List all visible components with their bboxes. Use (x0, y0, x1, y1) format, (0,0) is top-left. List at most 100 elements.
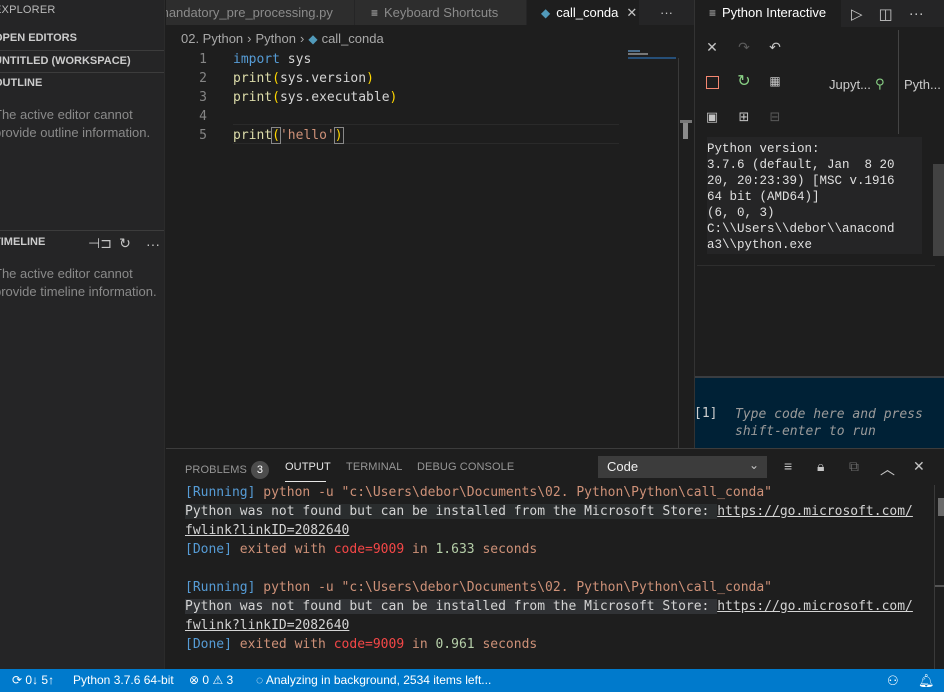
code-editor[interactable]: 1 import sys 2 print(sys.version) 3 prin… (166, 48, 694, 448)
save-icon[interactable]: ▣ (703, 108, 721, 126)
problems-count-badge: 3 (250, 461, 269, 479)
command-text: python -u "c:\Users\debor\Documents\02. … (255, 485, 773, 500)
clear-all-icon[interactable]: ✕ (703, 38, 721, 56)
loading-icon: ◌ (256, 673, 264, 687)
python-interactive-panel: ≡ Python Interactive ▷ ◫ ··· ✕ ↷ ↶ ↻ ▦ J… (694, 0, 944, 448)
status-bar: ⟳ 0↓ 5↑ Python 3.7.6 64-bit ⊗ 0 ⚠ 3 ◌ An… (0, 669, 944, 692)
restart-kernel-icon[interactable]: ↻ (735, 72, 753, 90)
tab-debug-console[interactable]: DEBUG CONSOLE (417, 461, 514, 473)
pin-icon[interactable]: ⊣⊐ (88, 235, 112, 252)
jupyter-server-label[interactable]: Jupyt... (829, 77, 871, 92)
divider (0, 50, 164, 51)
tab-label: mandatory_pre_processing.py (166, 5, 333, 20)
python-interpreter-status[interactable]: Python 3.7.6 64-bit (73, 673, 174, 687)
sync-counts: 0↓ 5↑ (25, 673, 55, 687)
breadcrumb-item[interactable]: Python (256, 31, 296, 46)
tab-problems[interactable]: PROBLEMS 3 (185, 461, 269, 479)
code-line[interactable]: 4 (166, 107, 207, 126)
tab-label: Keyboard Shortcuts (384, 5, 499, 20)
cell-output: Python version: 3.7.6 (default, Jan 8 20… (707, 137, 922, 254)
scrollbar-thumb[interactable] (938, 498, 944, 516)
function-name: print (233, 90, 273, 105)
paren: ( (271, 127, 281, 144)
minimap[interactable] (628, 48, 676, 60)
redo-icon[interactable]: ↷ (735, 38, 753, 56)
breadcrumb-item[interactable]: 02. Python (181, 31, 243, 46)
analysis-status[interactable]: ◌ Analyzing in background, 2534 items le… (256, 673, 491, 687)
store-link[interactable]: fwlink?linkID=2082640 (185, 523, 349, 538)
outline-section[interactable]: OUTLINE (0, 77, 42, 89)
clear-output-icon[interactable]: ≡ (784, 458, 792, 474)
output-line: Python was not found but can be installe… (185, 502, 913, 521)
python-file-icon: ◆ (541, 5, 551, 20)
select-value: Code (607, 459, 639, 474)
variables-icon[interactable]: ▦ (766, 72, 784, 90)
active-tab-indicator (285, 481, 326, 482)
tab-terminal[interactable]: TERMINAL (346, 461, 402, 473)
tab-keyboard-shortcuts[interactable]: ≡ Keyboard Shortcuts (355, 0, 526, 25)
explorer-title: EXPLORER (0, 4, 56, 16)
output-channel-select[interactable]: Code ⌄ (598, 456, 767, 478)
exit-text: in (404, 637, 436, 652)
close-panel-icon[interactable]: ✕ (913, 458, 925, 475)
analysis-text: Analyzing in background, 2534 items left… (265, 673, 492, 687)
notifications-bell-icon[interactable]: 🔔︎ (918, 673, 935, 689)
exit-code: code=9009 (333, 542, 405, 557)
more-actions-icon[interactable]: ··· (144, 236, 162, 252)
code-line[interactable]: 1 import sys (166, 50, 311, 69)
tab-mandatory-pre-processing[interactable]: mandatory_pre_processing.py (166, 0, 354, 25)
lock-scroll-icon[interactable]: 🔒︎ (817, 458, 824, 475)
divider (898, 30, 899, 134)
output-line: [Running] python -u "c:\Users\debor\Docu… (185, 578, 772, 597)
run-icon[interactable]: ▷ (851, 5, 863, 23)
problems-status[interactable]: ⊗ 0 ⚠ 3 (189, 673, 233, 687)
feedback-icon[interactable]: ⚇ (887, 673, 899, 689)
line-number: 2 (199, 71, 207, 86)
tab-more-button[interactable]: ··· (660, 0, 690, 25)
store-link[interactable]: https://go.microsoft.com/ (717, 504, 913, 519)
outline-message: The active editor cannot provide outline… (0, 107, 151, 140)
divider (697, 265, 935, 266)
close-tab-icon[interactable]: ✕ (626, 5, 637, 21)
exit-code: code=9009 (333, 637, 405, 652)
code-line[interactable]: 2 print(sys.version) (166, 69, 374, 88)
output-line: [Done] exited with code=9009 in 1.633 se… (185, 540, 537, 559)
tab-python-interactive[interactable]: ≡ Python Interactive (695, 0, 841, 25)
interrupt-kernel-icon[interactable] (703, 73, 721, 91)
interactive-tab-actions: ▷ ◫ ··· (841, 0, 944, 27)
undo-icon[interactable]: ↶ (766, 38, 784, 56)
tab-label: call_conda (556, 5, 619, 20)
python-interpreter-label[interactable]: Pyth... (904, 77, 941, 92)
interactive-scrollbar[interactable] (933, 164, 944, 256)
editor-scrollbar[interactable] (678, 58, 692, 448)
breadcrumb-item[interactable]: call_conda (322, 31, 384, 46)
code-input-box[interactable]: [1] Type code here and press shift-enter… (694, 376, 944, 448)
timeline-section[interactable]: TIMELINE (0, 236, 45, 248)
sync-status[interactable]: ⟳ 0↓ 5↑ (12, 673, 54, 687)
chevron-down-icon: ⌄ (748, 458, 759, 472)
message-text: Python was not found but can be installe… (185, 599, 718, 614)
execution-count: [1] (694, 406, 718, 421)
sidebar: EXPLORER OPEN EDITORS UNTITLED (WORKSPAC… (0, 0, 165, 669)
maximize-panel-icon[interactable]: ︿ (880, 458, 895, 479)
tab-call-conda[interactable]: ◆ call_conda ✕ (527, 0, 639, 25)
more-actions-icon[interactable]: ··· (909, 5, 924, 22)
sync-icon: ⟳ (12, 673, 23, 687)
open-editors-section[interactable]: OPEN EDITORS (0, 32, 77, 44)
refresh-icon[interactable]: ↻ (116, 235, 134, 252)
expand-all-icon[interactable]: ⊞ (735, 108, 753, 126)
collapse-all-icon[interactable]: ⊟ (766, 108, 784, 126)
store-link[interactable]: fwlink?linkID=2082640 (185, 618, 349, 633)
tab-output[interactable]: OUTPUT (285, 461, 331, 473)
warning-icon: ⚠ (212, 673, 224, 687)
exit-text: exited with (231, 542, 334, 557)
code-line[interactable]: 3 print(sys.executable) (166, 88, 397, 107)
chevron-right-icon: › (247, 31, 252, 46)
open-log-icon[interactable]: ⧉ (849, 458, 859, 475)
split-editor-icon[interactable]: ◫ (879, 5, 893, 23)
workspace-section[interactable]: UNTITLED (WORKSPACE) (0, 55, 131, 67)
store-link[interactable]: https://go.microsoft.com/ (717, 599, 913, 614)
code-line[interactable]: 5 print('hello') (166, 126, 344, 145)
keyboard-shortcuts-icon: ≡ (371, 5, 379, 20)
output-scrollbar[interactable] (934, 485, 944, 670)
